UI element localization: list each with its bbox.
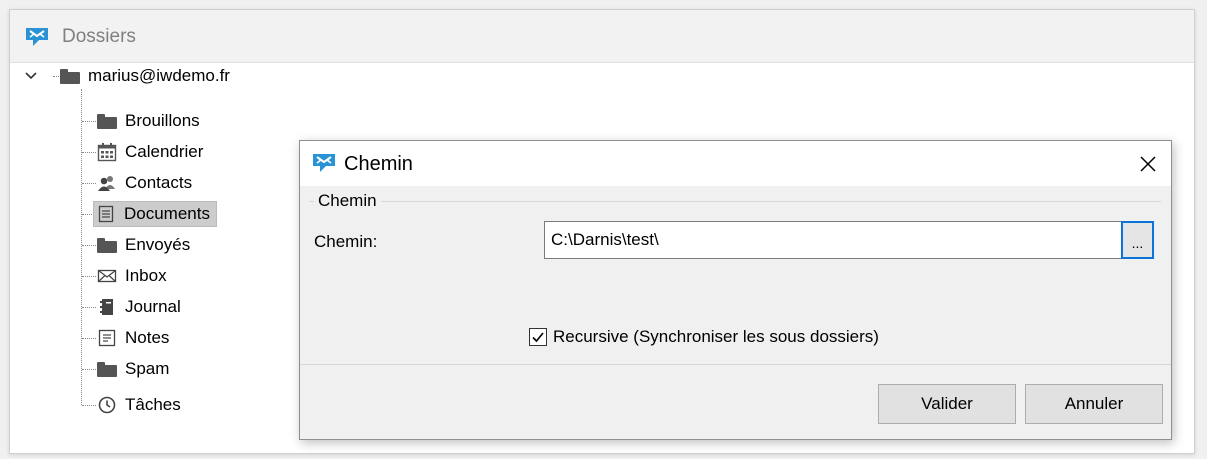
tree-connector <box>82 183 96 184</box>
checkmark-icon <box>532 332 544 343</box>
tree-item-spam[interactable]: Spam <box>97 355 169 383</box>
tree-item-notes[interactable]: Notes <box>97 324 169 352</box>
tree-connector <box>82 369 96 370</box>
validate-button[interactable]: Valider <box>878 384 1016 424</box>
tree-item-label: Calendrier <box>125 142 204 161</box>
tree-item-label: Journal <box>125 297 181 316</box>
recursive-label: Recursive (Synchroniser les sous dossier… <box>553 327 879 346</box>
window-title: Dossiers <box>62 26 136 47</box>
app-logo-icon <box>313 154 335 172</box>
tree-item-label: Documents <box>124 204 210 223</box>
tree-item-taches[interactable]: Tâches <box>97 391 181 419</box>
clock-icon <box>97 395 117 415</box>
folder-icon <box>97 113 117 129</box>
tree-connector <box>82 276 96 277</box>
folder-icon <box>60 68 80 84</box>
tree-item-documents[interactable]: Documents <box>93 200 217 228</box>
tree-item-envoyes[interactable]: Envoyés <box>97 231 190 259</box>
tree-item-label: Notes <box>125 328 170 347</box>
tree-root-label: marius@iwdemo.fr <box>88 66 230 85</box>
tree-connector <box>82 121 96 122</box>
recursive-checkbox[interactable] <box>529 328 547 346</box>
document-icon <box>96 204 116 224</box>
close-icon <box>1140 155 1156 172</box>
tree-connector <box>82 405 96 406</box>
tree-item-label: Brouillons <box>125 111 200 130</box>
path-input[interactable] <box>544 221 1121 259</box>
tree-item-inbox[interactable]: Inbox <box>97 262 167 290</box>
tree-root-item[interactable]: marius@iwdemo.fr <box>24 62 230 90</box>
calendar-icon <box>97 142 117 162</box>
tree-connector-vertical <box>81 89 82 405</box>
app-logo-icon <box>26 28 48 46</box>
browse-button[interactable]: ... <box>1121 221 1154 259</box>
dialog-separator <box>300 364 1171 365</box>
recursive-option[interactable]: Recursive (Synchroniser les sous dossier… <box>529 327 879 347</box>
folder-icon <box>97 361 117 377</box>
selected-tree-item[interactable]: Documents <box>93 201 217 227</box>
tree-connector <box>82 307 96 308</box>
tree-connector <box>82 338 96 339</box>
dialog-titlebar: Chemin <box>300 141 1171 186</box>
tree-item-journal[interactable]: Journal <box>97 293 181 321</box>
tree-item-label: Envoyés <box>125 235 191 254</box>
group-label: Chemin <box>314 191 381 211</box>
tree-item-label: Inbox <box>125 266 167 285</box>
window-titlebar: Dossiers <box>10 10 1194 63</box>
tree-item-label: Contacts <box>125 173 193 192</box>
tree-item-label: Tâches <box>125 395 181 414</box>
chevron-down-icon[interactable] <box>24 69 38 83</box>
close-button[interactable] <box>1125 141 1171 186</box>
tree-item-label: Spam <box>125 359 170 378</box>
dialog-title: Chemin <box>344 153 413 175</box>
mail-icon <box>97 266 117 286</box>
tree-item-brouillons[interactable]: Brouillons <box>97 107 200 135</box>
contacts-icon <box>97 173 117 193</box>
path-dialog: Chemin Chemin Chemin: ... Recursive (Syn… <box>299 140 1172 440</box>
notes-icon <box>97 328 117 348</box>
folder-icon <box>97 237 117 253</box>
path-field-label: Chemin: <box>314 232 378 251</box>
tree-connector <box>82 152 96 153</box>
cancel-button[interactable]: Annuler <box>1025 384 1163 424</box>
tree-item-contacts[interactable]: Contacts <box>97 169 192 197</box>
tree-connector <box>82 245 96 246</box>
tree-item-calendrier[interactable]: Calendrier <box>97 138 203 166</box>
journal-icon <box>97 297 117 317</box>
